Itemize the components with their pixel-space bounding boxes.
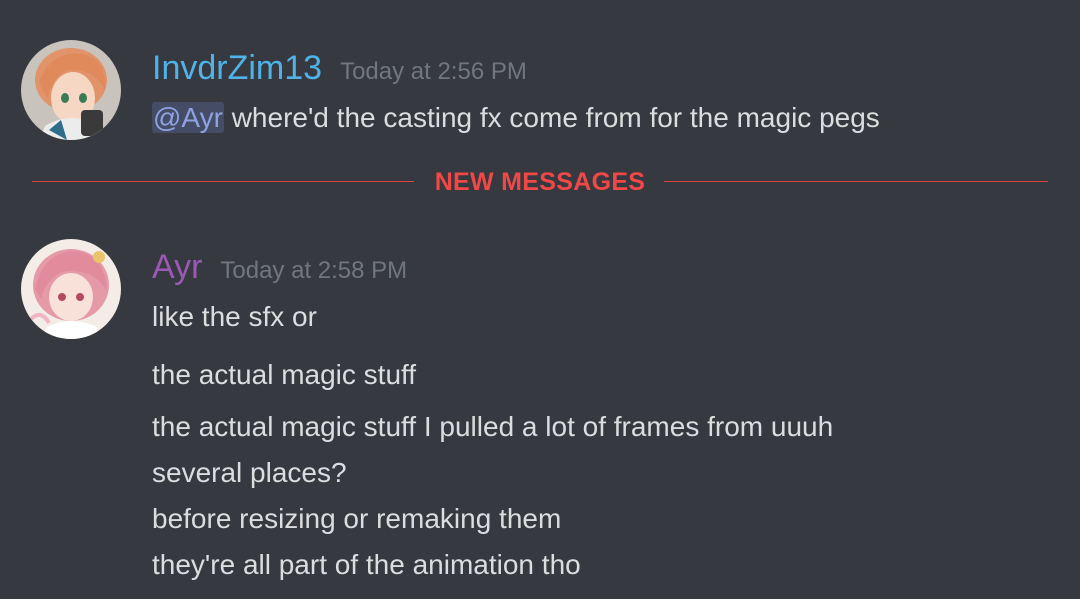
message-text: they're all part of the animation tho: [152, 549, 581, 580]
message-text: the actual magic stuff I pulled a lot of…: [152, 411, 834, 442]
username[interactable]: Ayr: [152, 247, 202, 287]
message-header: Ayr Today at 2:58 PM: [152, 247, 407, 287]
message-text: the actual magic stuff: [152, 359, 417, 390]
message-group-ayr: Ayr Today at 2:58 PM like the sfx or the…: [0, 0, 1080, 599]
message-text: like the sfx or: [152, 301, 317, 332]
chat-messages: InvdrZim13 Today at 2:56 PM @Ayr where'd…: [0, 0, 1080, 599]
message-text: before resizing or remaking them: [152, 503, 562, 534]
user-avatar-ayr[interactable]: [21, 239, 121, 339]
timestamp: Today at 2:58 PM: [220, 257, 408, 284]
pink-haired-anime-avatar-icon: [21, 239, 121, 339]
message-text: several places?: [152, 457, 347, 488]
